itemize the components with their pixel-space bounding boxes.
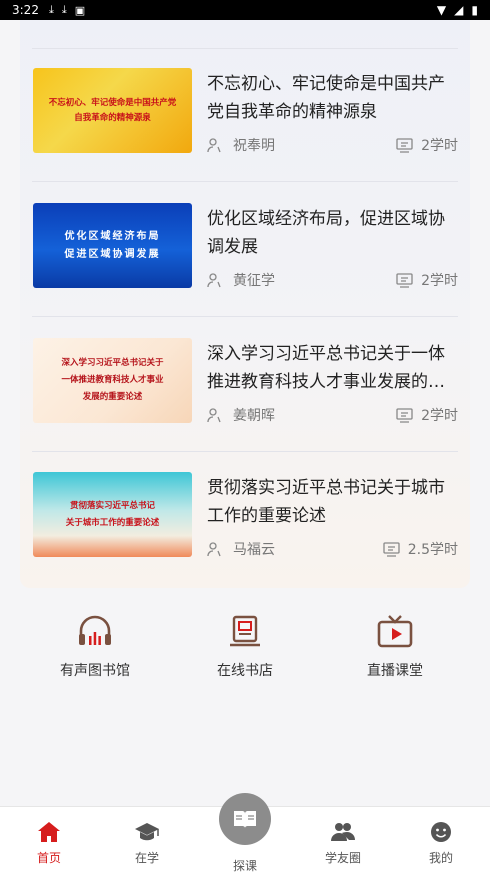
course-author: 黄征学 — [233, 273, 275, 289]
course-hours: 2.5学时 — [383, 539, 458, 559]
teacher-icon — [207, 138, 221, 153]
nav-label: 首页 — [36, 851, 61, 865]
teacher-icon — [207, 542, 221, 557]
audio-library-button[interactable]: 有声图书馆 — [20, 612, 170, 692]
teacher-icon — [207, 408, 221, 423]
course-item[interactable]: 不忘初心、牢记使命是中国共产党 自我革命的精神源泉 不忘初心、牢记使命是中国共产… — [32, 48, 458, 182]
course-hours-text: 2学时 — [421, 138, 458, 154]
tv-icon — [377, 615, 413, 648]
course-item[interactable]: 贯彻落实习近平总书记 关于城市工作的重要论述 贯彻落实习近平总书记关于城市工作的… — [32, 452, 458, 586]
quick-entry-label: 在线书店 — [217, 663, 273, 679]
course-title: 优化区域经济布局，促进区域协调发展 — [207, 209, 445, 257]
thumb-text: 不忘初心、牢记使命是中国共产党 — [48, 97, 177, 108]
course-item[interactable]: 优化区域经济布局 促进区域协调发展 优化区域经济布局，促进区域协调发展 黄征学 … — [32, 183, 458, 317]
users-icon — [331, 823, 355, 841]
book-icon — [234, 811, 256, 828]
screen-icon — [383, 541, 400, 557]
bottom-nav: 首页 在学 探课 学友圈 我的 — [0, 793, 490, 872]
explore-bubble[interactable] — [219, 793, 271, 845]
screen-icon — [396, 137, 413, 153]
nav-label: 我的 — [428, 851, 453, 865]
bookstore-icon — [230, 615, 260, 647]
course-thumbnail: 优化区域经济布局 促进区域协调发展 — [33, 203, 192, 288]
thumb-text: 优化区域经济布局 — [64, 230, 161, 242]
course-meta: 马福云 2.5学时 — [207, 538, 458, 560]
nav-community[interactable]: 学友圈 — [294, 807, 392, 872]
nav-learning[interactable]: 在学 — [98, 807, 196, 872]
online-bookstore-button[interactable]: 在线书店 — [170, 612, 320, 692]
course-meta: 姜朝晖 2学时 — [207, 404, 458, 426]
course-title: 深入学习习近平总书记关于一体推进教育科技人才事业发展的重要论述 — [207, 344, 445, 392]
battery-icon: ▮ — [471, 3, 478, 17]
nav-label: 在学 — [134, 851, 159, 865]
thumb-text: 促进区域协调发展 — [64, 248, 161, 260]
course-meta: 祝奉明 2学时 — [207, 134, 458, 156]
course-hours: 2学时 — [396, 135, 458, 155]
nav-explore[interactable]: 探课 — [196, 793, 294, 872]
course-title: 贯彻落实习近平总书记关于城市工作的重要论述 — [207, 478, 445, 526]
nav-profile[interactable]: 我的 — [392, 807, 490, 872]
download-icon: ⤓ — [48, 3, 54, 16]
thumb-text: 关于城市工作的重要论述 — [65, 517, 160, 528]
wifi-icon: ▼ — [436, 3, 447, 17]
home-icon — [38, 822, 60, 842]
screen-icon — [396, 272, 413, 288]
thumb-text: 深入学习习近平总书记关于 — [61, 358, 164, 368]
course-list: 不忘初心、牢记使命是中国共产党 自我革命的精神源泉 不忘初心、牢记使命是中国共产… — [20, 0, 470, 588]
screen-icon — [396, 407, 413, 423]
download-icon: ⤓ — [61, 3, 67, 16]
course-hours: 2学时 — [396, 270, 458, 290]
notification-icon: ▣ — [74, 3, 86, 17]
course-hours: 2学时 — [396, 405, 458, 425]
thumb-text: 贯彻落实习近平总书记 — [69, 500, 155, 511]
graduation-cap-icon — [135, 823, 159, 841]
nav-label: 探课 — [232, 859, 257, 872]
nav-label: 学友圈 — [324, 851, 361, 865]
quick-entries: 有声图书馆 在线书店 直播课堂 — [20, 612, 470, 692]
teacher-icon — [207, 273, 221, 288]
course-item[interactable]: 深入学习习近平总书记关于 一体推进教育科技人才事业 发展的重要论述 深入学习习近… — [32, 318, 458, 452]
quick-entry-label: 有声图书馆 — [60, 663, 130, 679]
nav-home[interactable]: 首页 — [0, 807, 98, 872]
headphones-icon — [79, 615, 111, 645]
thumb-text: 自我革命的精神源泉 — [74, 112, 151, 123]
course-author: 姜朝晖 — [233, 408, 275, 424]
status-bar: 3:22 ⤓ ⤓ ▣ ▼ ◢ ▮ — [0, 0, 490, 20]
smile-icon — [431, 822, 451, 842]
course-author: 祝奉明 — [233, 138, 275, 154]
course-title: 不忘初心、牢记使命是中国共产党自我革命的精神源泉 — [207, 74, 445, 122]
status-time: 3:22 — [12, 3, 39, 17]
thumb-text: 一体推进教育科技人才事业 — [61, 375, 164, 385]
course-author: 马福云 — [233, 542, 275, 558]
course-thumbnail: 贯彻落实习近平总书记 关于城市工作的重要论述 — [33, 472, 192, 557]
course-thumbnail: 深入学习习近平总书记关于 一体推进教育科技人才事业 发展的重要论述 — [33, 338, 192, 423]
quick-entry-label: 直播课堂 — [367, 663, 423, 679]
course-hours-text: 2.5学时 — [407, 542, 458, 558]
thumb-text: 发展的重要论述 — [82, 392, 143, 402]
course-thumbnail: 不忘初心、牢记使命是中国共产党 自我革命的精神源泉 — [33, 68, 192, 153]
signal-icon: ◢ — [454, 3, 464, 17]
course-meta: 黄征学 2学时 — [207, 269, 458, 291]
course-hours-text: 2学时 — [421, 273, 458, 289]
course-hours-text: 2学时 — [421, 408, 458, 424]
live-classroom-button[interactable]: 直播课堂 — [320, 612, 470, 692]
